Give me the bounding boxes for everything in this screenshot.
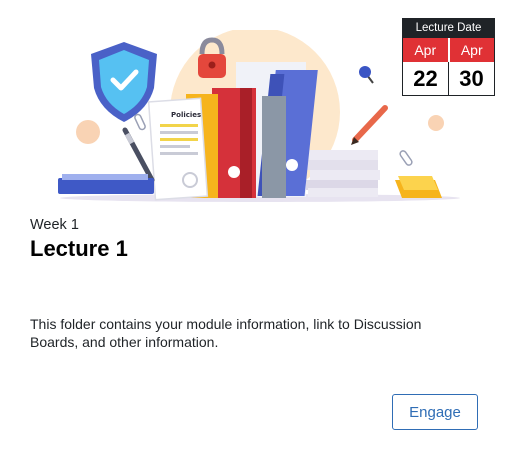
start-day: 22 xyxy=(413,66,438,91)
pencil-icon xyxy=(351,105,388,145)
pen-icon xyxy=(122,127,155,183)
policy-document: Policies xyxy=(147,97,209,201)
paper-stack xyxy=(304,150,380,197)
folder-icon xyxy=(58,174,154,194)
end-month: Apr xyxy=(447,38,494,62)
lecture-description: This folder contains your module informa… xyxy=(30,316,422,350)
week-label: Week 1 xyxy=(30,217,79,233)
document-label: Policies xyxy=(171,111,201,119)
end-day: 30 xyxy=(448,62,494,95)
decor-dot xyxy=(76,120,100,144)
lecture-title: Lecture 1 xyxy=(30,236,128,261)
lecture-card: Policies Lecture Date Apr Apr 22 30 Week… xyxy=(0,0,514,464)
shield-icon xyxy=(91,42,157,122)
start-month: Apr xyxy=(403,38,448,62)
engage-button[interactable]: Engage xyxy=(392,394,478,430)
sticky-note xyxy=(398,176,438,190)
policies-illustration: Policies xyxy=(58,30,460,202)
lecture-date-header: Lecture Date xyxy=(403,19,494,38)
lecture-date-badge: Lecture Date Apr Apr 22 30 xyxy=(402,18,495,96)
pin-icon xyxy=(359,66,374,84)
decor-dot xyxy=(428,115,444,131)
